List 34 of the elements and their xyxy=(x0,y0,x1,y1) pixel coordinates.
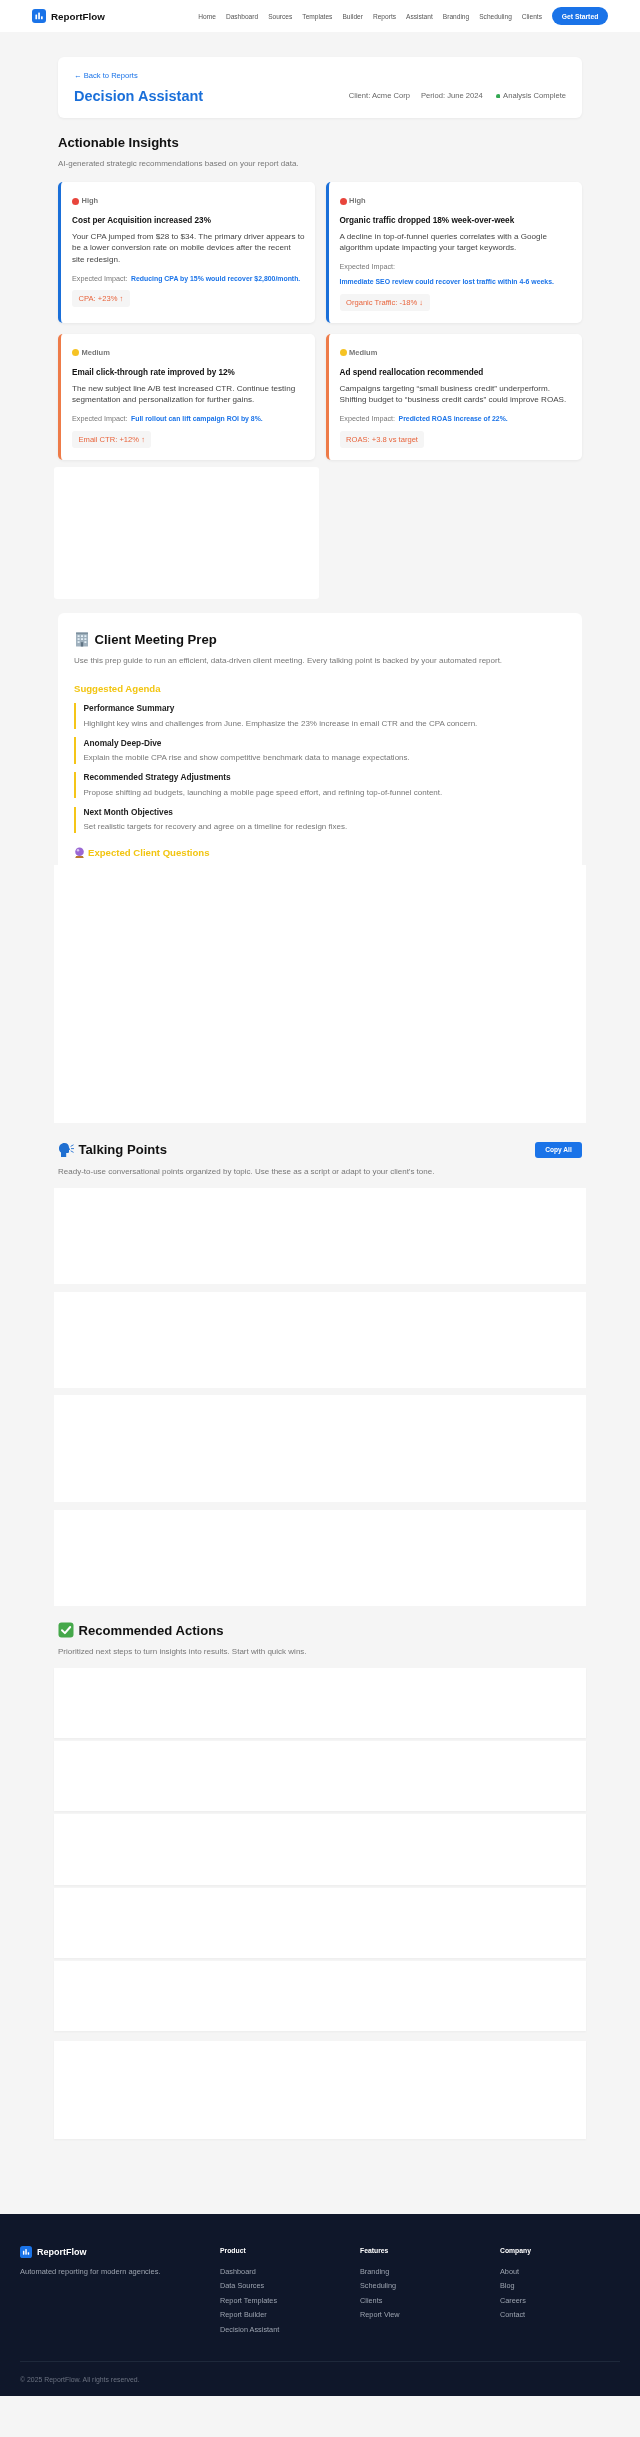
section-title: Client Meeting Prep xyxy=(94,630,217,648)
agenda-item-title: Recommended Strategy Adjustments xyxy=(83,772,232,784)
insight-title: Organic traffic dropped 18% week-over-week xyxy=(339,215,516,226)
agenda-item-title: Anomaly Deep-Dive xyxy=(83,737,163,749)
agenda-item-description: Propose shifting ad budgets, launching a mobile page speed effort, and refining top-of-funnel content. xyxy=(83,786,444,798)
insight-title: Ad spend reallocation recommended xyxy=(339,366,485,378)
agenda-item-title: Performance Summary xyxy=(83,703,176,715)
check-mark-icon xyxy=(58,1622,74,1639)
insight-description: A decline in top-of-funnel queries correlates with a Google algorithm update impacting your target keywords. xyxy=(339,230,548,254)
section-title: Actionable Insights xyxy=(58,133,180,151)
agenda-item-description: Explain the mobile CPA rise and show competitive benchmark data to manage expectations. xyxy=(83,752,411,764)
section-title: Recommended Actions xyxy=(78,1621,224,1639)
insight-title: Cost per Acquisition increased 23% xyxy=(72,215,212,226)
questions-title: Expected Client Questions xyxy=(88,846,210,860)
brand-name[interactable]: ReportFlow xyxy=(51,10,105,22)
footer-brand-name[interactable]: ReportFlow xyxy=(37,2245,87,2258)
insight-description: Your CPA jumped from $28 to $34. The primary driver appears to be a lower conversion rate on mobile devices after the recent site redesign. xyxy=(72,230,305,265)
office-building-icon xyxy=(74,631,90,648)
speaking-head-icon xyxy=(58,1141,74,1158)
agenda-item-title: Next Month Objectives xyxy=(83,807,174,819)
insight-description: The new subject line A/B test increased CTR. Continue testing segmentation and personalization for further gains. xyxy=(72,382,297,406)
insight-title: Email click-through rate improved by 12% xyxy=(72,366,236,378)
agenda-title: Suggested Agenda xyxy=(74,682,162,696)
page-title: Decision Assistant xyxy=(74,87,204,105)
crystal-ball-icon xyxy=(74,847,85,859)
agenda-item-description: Set realistic targets for recovery and agree on a timeline for redesign fixes. xyxy=(83,821,349,833)
section-description: AI-generated strategic recommendations based on your report data. xyxy=(58,157,300,169)
section-description: Ready-to-use conversational points organized by topic. Use these as a script or adapt to your client's tone. xyxy=(58,1166,436,1178)
section-description: Prioritized next steps to turn insights into results. Start with quick wins. xyxy=(58,1645,308,1657)
section-title: Talking Points xyxy=(78,1141,167,1159)
agenda-item-description: Highlight key wins and challenges from June. Emphasize the 23% increase in email CTR and the CPA concern. xyxy=(83,717,479,729)
insight-description: Campaigns targeting “small business credit” underperform. Shifting budget to “business credit cards” could improve ROAS. xyxy=(339,382,568,406)
bar-chart-logo-icon[interactable] xyxy=(20,2245,32,2258)
section-description: Use this prep guide to run an efficient, data-driven client meeting. Every talking point is backed by your automated report. xyxy=(74,655,504,667)
